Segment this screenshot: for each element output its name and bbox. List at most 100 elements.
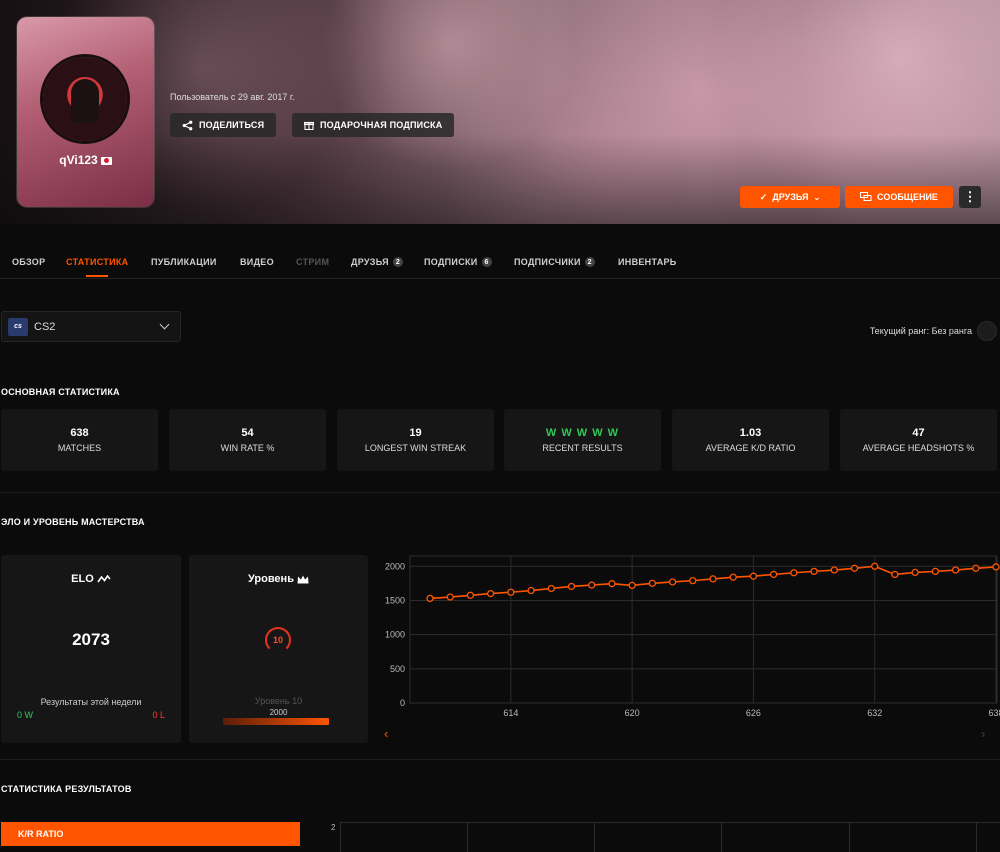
- level-badge-icon: 10: [265, 627, 291, 653]
- elo-title: ELO: [71, 573, 94, 585]
- message-button[interactable]: СООБЩЕНИЕ: [845, 186, 953, 208]
- week-losses: 0 L: [152, 710, 165, 720]
- elo-data-point: [769, 570, 778, 579]
- tab-statistics[interactable]: СТАТИСТИКА: [66, 257, 128, 277]
- share-button[interactable]: ПОДЕЛИТЬСЯ: [170, 113, 277, 137]
- elo-data-point: [729, 573, 737, 581]
- elo-data-point: [628, 581, 636, 590]
- country-flag-icon: [100, 156, 112, 165]
- stat-card-longest-win-streak: 19 LONGEST WIN STREAK: [337, 409, 494, 471]
- profile-card: qVi123: [17, 17, 154, 207]
- profile-tabs: ОБЗОР СТАТИСТИКА ПУБЛИКАЦИИ ВИДЕО СТРИМ …: [0, 250, 1000, 279]
- level-label: Уровень 10: [254, 696, 303, 706]
- elo-data-point: [608, 580, 616, 588]
- elo-data-point: [567, 582, 576, 591]
- share-label: ПОДЕЛИТЬСЯ: [199, 120, 265, 130]
- share-icon: [182, 120, 193, 130]
- elo-value: 2073: [72, 630, 110, 649]
- stat-card-kd-ratio: 1.03 AVERAGE K/D RATIO: [672, 409, 829, 471]
- count-badge: 6: [481, 257, 492, 267]
- elo-data-point: [850, 564, 859, 572]
- tab-subscriptions[interactable]: ПОДПИСКИ 6: [424, 257, 492, 267]
- elo-data-point: [426, 594, 434, 603]
- elo-data-point: [951, 566, 960, 574]
- y-tick-label: 500: [390, 664, 405, 674]
- elo-data-point: [709, 575, 717, 583]
- plot-area: [409, 555, 998, 704]
- x-tick-label: 626: [746, 708, 761, 718]
- elo-data-point: [486, 589, 495, 598]
- elo-data-point: [931, 567, 940, 576]
- chart-next-button[interactable]: ›: [981, 726, 985, 741]
- elo-data-point: [547, 584, 555, 593]
- week-wins: 0 W: [17, 710, 34, 720]
- elo-data-point: [830, 566, 838, 574]
- tab-video[interactable]: ВИДЕО: [240, 257, 274, 267]
- elo-data-point: [972, 564, 980, 572]
- kr-ratio-chart: [340, 822, 1000, 852]
- elo-data-point: [446, 593, 454, 601]
- y-tick-label: 0: [400, 698, 405, 708]
- stat-card-matches: 638 MATCHES: [1, 409, 158, 471]
- gift-icon: [304, 121, 314, 130]
- elo-data-point: [871, 562, 879, 570]
- level-progress-bar: [223, 718, 329, 725]
- tab-inventory[interactable]: ИНВЕНТАРЬ: [618, 257, 677, 267]
- divider: [0, 759, 1000, 760]
- username: qVi123: [59, 153, 98, 167]
- elo-data-point: [810, 567, 818, 576]
- stat-card-headshots: 47 AVERAGE HEADSHOTS %: [840, 409, 997, 471]
- trend-icon: [97, 574, 111, 583]
- kr-ratio-tab[interactable]: K/R RATIO: [1, 822, 300, 846]
- chevron-down-icon: ⌄: [813, 192, 821, 202]
- elo-data-point: [466, 591, 475, 599]
- tab-publications[interactable]: ПУБЛИКАЦИИ: [151, 257, 217, 267]
- chevron-right-icon: ›: [981, 726, 986, 741]
- elo-chart-svg: 0 500 1000 1500 2000 614 620 626 632 638: [385, 555, 1000, 718]
- main-stats-title: ОСНОВНАЯ СТАТИСТИКА: [1, 387, 120, 397]
- elo-data-point: [588, 581, 596, 589]
- tab-stream: СТРИМ: [296, 257, 330, 267]
- level-progress-fill: [223, 718, 329, 725]
- elo-data-point: [507, 588, 515, 596]
- count-badge: 2: [584, 257, 595, 267]
- tab-overview[interactable]: ОБЗОР: [12, 257, 45, 267]
- elo-card: ELO 2073 Результаты этой недели 0 W 0 L: [1, 555, 181, 743]
- x-tick-label: 620: [625, 708, 640, 718]
- tab-friends[interactable]: ДРУЗЬЯ 2: [351, 257, 403, 267]
- elo-section-title: ЭЛО И УРОВЕНЬ МАСТЕРСТВА: [1, 517, 145, 527]
- elo-data-point: [790, 569, 798, 577]
- tab-subscribers[interactable]: ПОДПИСЧИКИ 2: [514, 257, 595, 267]
- level-title: Уровень: [247, 573, 294, 585]
- level-elo-threshold: 2000: [269, 708, 288, 717]
- more-options-button[interactable]: ⋮: [959, 186, 981, 208]
- elo-data-point: [527, 586, 535, 595]
- game-select[interactable]: cs CS2: [1, 311, 181, 342]
- check-icon: ✓: [759, 191, 768, 202]
- x-tick-label: 638: [988, 708, 1000, 718]
- chart-prev-button[interactable]: ‹: [384, 726, 388, 741]
- active-tab-indicator: [86, 275, 109, 277]
- elo-data-point: [911, 568, 919, 577]
- gift-subscription-button[interactable]: ПОДАРОЧНАЯ ПОДПИСКА: [292, 113, 455, 137]
- elo-history-chart: 0 500 1000 1500 2000 614 620 626 632 638: [376, 552, 1000, 748]
- stat-card-recent-results: W W W W W RECENT RESULTS: [504, 409, 661, 471]
- kr-axis-tick: 2: [331, 823, 336, 832]
- x-tick-label: 632: [867, 708, 882, 718]
- chat-icon: [860, 192, 872, 201]
- elo-data-point: [891, 570, 899, 579]
- x-tick-label: 614: [503, 708, 518, 718]
- friends-button[interactable]: ✓ ДРУЗЬЯ ⌄: [740, 186, 840, 208]
- elo-data-point: [689, 576, 697, 585]
- rank-icon: [977, 321, 997, 341]
- avatar: [43, 57, 127, 141]
- chevron-left-icon: ‹: [384, 726, 389, 741]
- y-tick-label: 1500: [385, 595, 405, 605]
- elo-data-point: [992, 563, 1000, 571]
- elo-data-point: [648, 579, 657, 587]
- level-card: Уровень 10 Уровень 10 2000: [189, 555, 368, 743]
- elo-data-point: [668, 578, 677, 586]
- stat-card-win-rate: 54 WIN RATE %: [169, 409, 326, 471]
- crown-icon: [297, 575, 309, 584]
- friends-label: ДРУЗЬЯ: [772, 192, 809, 202]
